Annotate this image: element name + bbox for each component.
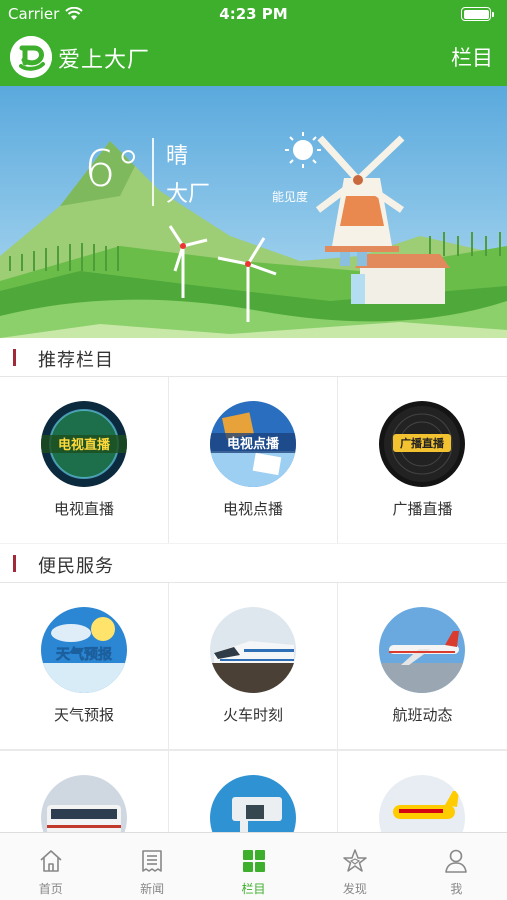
svg-text:电视点播: 电视点播 xyxy=(227,436,280,452)
grid-item-label: 电视直播 xyxy=(53,500,114,518)
profile-icon xyxy=(445,849,468,873)
grid-item-label: 电视点播 xyxy=(222,500,283,518)
tab-label: 栏目 xyxy=(241,882,266,896)
tab-bar: 首页 新闻 栏目 发现 我 xyxy=(0,832,507,900)
app-root: Carrier 4:23 PM 爱上大厂 栏目 6° 晴 大厂 能见度 推荐栏目… xyxy=(0,0,507,900)
tab-profile[interactable]: 我 xyxy=(406,833,507,900)
status-time: 4:23 PM xyxy=(219,5,288,23)
grid-item-tv-vod[interactable]: 电视点播 电视点播 xyxy=(169,377,337,543)
tab-label: 新闻 xyxy=(140,882,165,896)
tab-label: 发现 xyxy=(342,882,367,896)
section-header-recommended: 推荐栏目 xyxy=(0,338,507,376)
tv-vod-thumb: 电视点播 xyxy=(210,401,296,487)
landscape-illustration xyxy=(0,86,507,338)
app-logo xyxy=(10,36,52,78)
section-marker xyxy=(13,555,16,572)
grid-item-tv-live[interactable]: 电视直播 电视直播 xyxy=(0,377,168,543)
app-title: 爱上大厂 xyxy=(58,48,151,73)
grid-item-label: 火车时刻 xyxy=(222,706,283,724)
status-bar: Carrier 4:23 PM xyxy=(0,0,507,28)
train-timetable-thumb xyxy=(210,607,296,693)
nav-columns-button[interactable]: 栏目 xyxy=(451,42,493,72)
tab-label: 首页 xyxy=(38,882,63,896)
weather-city: 大厂 xyxy=(166,182,211,207)
battery-icon xyxy=(461,6,497,22)
grid-item-label: 航班动态 xyxy=(392,706,453,724)
tab-discover[interactable]: 发现 xyxy=(304,833,405,900)
nav-bar: 爱上大厂 栏目 xyxy=(0,30,507,86)
grid-item-radio-live[interactable]: 广播直播 广播直播 xyxy=(338,377,507,543)
svg-text:广播直播: 广播直播 xyxy=(400,436,445,450)
section-header-services: 便民服务 xyxy=(0,544,507,582)
grid-item-label: 广播直播 xyxy=(392,500,453,518)
tab-news[interactable]: 新闻 xyxy=(101,833,202,900)
grid-item-weather-forecast[interactable]: 天气预报 天气预报 xyxy=(0,583,168,749)
weather-condition: 晴 xyxy=(166,144,189,169)
grid-item-label: 天气预报 xyxy=(53,706,114,724)
discover-icon xyxy=(343,849,367,872)
tv-live-thumb: 电视直播 xyxy=(41,401,127,487)
section-title: 推荐栏目 xyxy=(38,350,114,371)
recommended-grid: 电视直播 电视直播 电视点播 电视点播 广播直播 广播直播 xyxy=(0,376,507,543)
home-icon xyxy=(40,850,62,872)
weather-temperature: 6° xyxy=(84,140,141,198)
grid-item-flight-status[interactable]: 航班动态 xyxy=(338,583,507,749)
svg-text:电视直播: 电视直播 xyxy=(58,437,111,453)
svg-text:天气预报: 天气预报 xyxy=(56,646,112,663)
radio-live-thumb: 广播直播 xyxy=(379,401,465,487)
weather-divider xyxy=(152,138,154,206)
tab-columns[interactable]: 栏目 xyxy=(203,833,304,900)
weather-forecast-thumb: 天气预报 xyxy=(41,607,127,693)
weather-banner[interactable]: 6° 晴 大厂 能见度 xyxy=(0,86,507,338)
grid-icon xyxy=(242,850,265,872)
section-title: 便民服务 xyxy=(38,556,114,577)
tab-label: 我 xyxy=(450,882,463,896)
flight-status-thumb xyxy=(379,607,465,693)
top-bar: Carrier 4:23 PM 爱上大厂 栏目 xyxy=(0,0,507,86)
weather-visibility: 能见度 xyxy=(272,190,309,204)
news-icon xyxy=(142,850,162,872)
tab-home[interactable]: 首页 xyxy=(0,833,101,900)
section-marker xyxy=(13,349,16,366)
grid-item-train-timetable[interactable]: 火车时刻 xyxy=(169,583,337,749)
